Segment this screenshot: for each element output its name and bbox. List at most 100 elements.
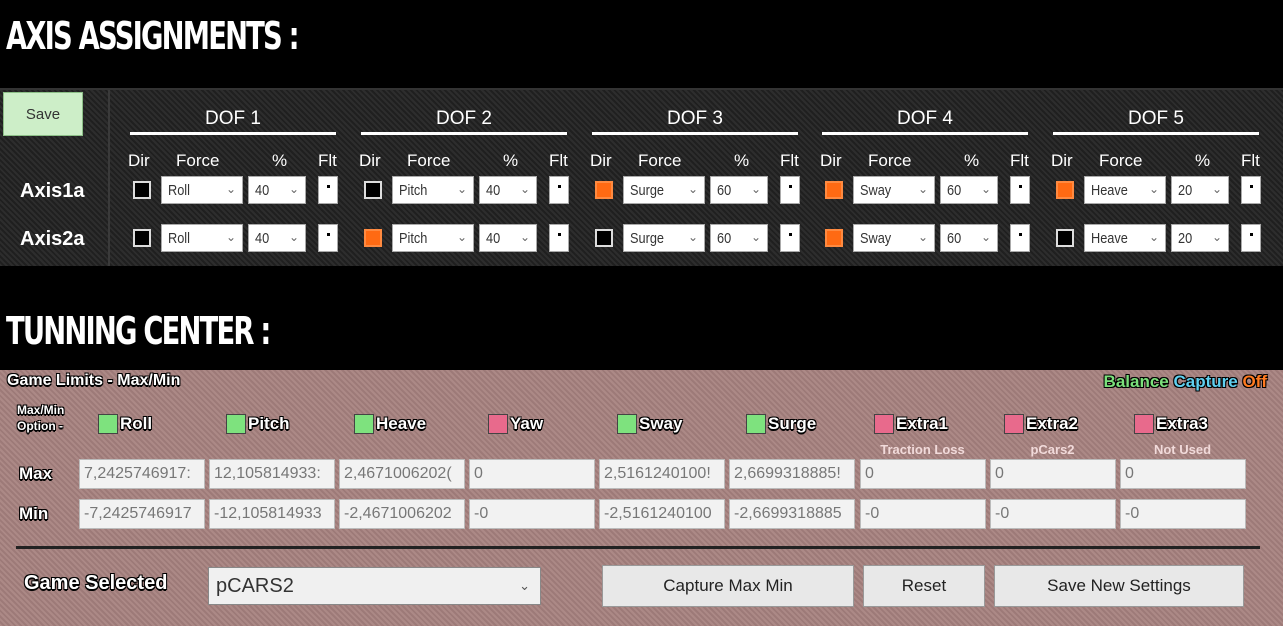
max-value-field[interactable]: 2,6699318885! — [729, 459, 855, 489]
max-value-field[interactable]: 2,4671006202( — [339, 459, 465, 489]
force-select[interactable]: Roll ⌄ — [161, 176, 243, 204]
dir-checkbox[interactable] — [595, 229, 613, 247]
option-pitch[interactable]: Pitch — [226, 413, 290, 435]
save-new-settings-button[interactable]: Save New Settings — [994, 565, 1244, 607]
dir-checkbox[interactable] — [364, 181, 382, 199]
option-extra2[interactable]: Extra2 — [1004, 413, 1078, 435]
option-surge[interactable]: Surge — [746, 413, 816, 435]
percent-select-value: 60 — [717, 229, 732, 247]
capture-max-min-button[interactable]: Capture Max Min — [602, 565, 854, 607]
force-select[interactable]: Surge ⌄ — [623, 224, 705, 252]
min-value-field[interactable]: -0 — [860, 499, 986, 529]
force-select[interactable]: Sway ⌄ — [853, 176, 935, 204]
filter-button[interactable] — [549, 224, 569, 252]
force-select-value: Surge — [630, 181, 665, 199]
chevron-down-icon: ⌄ — [519, 182, 530, 196]
max-value-field[interactable]: 0 — [990, 459, 1116, 489]
chevron-down-icon: ⌄ — [980, 230, 991, 244]
min-value-field[interactable]: -7,2425746917 — [79, 499, 205, 529]
chevron-down-icon: ⌄ — [980, 182, 991, 196]
max-value-field[interactable]: 12,105814933: — [209, 459, 335, 489]
option-checkbox[interactable] — [226, 414, 246, 434]
option-sub-label: Traction Loss — [880, 442, 965, 457]
tuning-center-panel: Game Limits - Max/Min Balance Capture Of… — [0, 370, 1283, 626]
force-select[interactable]: Sway ⌄ — [853, 224, 935, 252]
dir-checkbox[interactable] — [133, 181, 151, 199]
option-checkbox[interactable] — [1134, 414, 1154, 434]
option-roll[interactable]: Roll — [98, 413, 152, 435]
force-select-value: Surge — [630, 229, 665, 247]
min-value-field[interactable]: -2,4671006202 — [339, 499, 465, 529]
axis-row-label: Axis2a — [20, 228, 85, 250]
force-select[interactable]: Surge ⌄ — [623, 176, 705, 204]
filter-button[interactable] — [1010, 176, 1030, 204]
option-checkbox[interactable] — [354, 414, 374, 434]
option-checkbox[interactable] — [488, 414, 508, 434]
percent-select[interactable]: 40 ⌄ — [479, 224, 537, 252]
force-column-header: Force — [176, 151, 220, 170]
percent-select[interactable]: 60 ⌄ — [940, 176, 998, 204]
force-select-value: Sway — [860, 229, 892, 247]
force-select[interactable]: Pitch ⌄ — [392, 176, 474, 204]
filter-button[interactable] — [1241, 224, 1261, 252]
max-min-option-label: Max/Min Option - — [17, 402, 64, 434]
filter-button[interactable] — [318, 224, 338, 252]
option-yaw[interactable]: Yaw — [488, 413, 543, 435]
percent-select[interactable]: 20 ⌄ — [1171, 224, 1229, 252]
percent-select[interactable]: 40 ⌄ — [248, 224, 306, 252]
force-select-value: Pitch — [399, 229, 428, 247]
percent-column-header: % — [964, 151, 980, 170]
dir-checkbox[interactable] — [133, 229, 151, 247]
option-checkbox[interactable] — [98, 414, 118, 434]
filter-button[interactable] — [780, 224, 800, 252]
dir-checkbox[interactable] — [1056, 181, 1074, 199]
filter-button[interactable] — [318, 176, 338, 204]
force-select[interactable]: Pitch ⌄ — [392, 224, 474, 252]
max-value-field[interactable]: 0 — [1120, 459, 1246, 489]
min-value-field[interactable]: -12,105814933 — [209, 499, 335, 529]
option-extra3[interactable]: Extra3 — [1134, 413, 1208, 435]
force-select[interactable]: Heave ⌄ — [1084, 176, 1166, 204]
dir-checkbox[interactable] — [1056, 229, 1074, 247]
min-value-field[interactable]: -0 — [990, 499, 1116, 529]
filter-button[interactable] — [780, 176, 800, 204]
filter-button[interactable] — [1010, 224, 1030, 252]
option-extra1[interactable]: Extra1 — [874, 413, 948, 435]
option-checkbox[interactable] — [874, 414, 894, 434]
percent-select[interactable]: 40 ⌄ — [248, 176, 306, 204]
option-checkbox[interactable] — [746, 414, 766, 434]
max-value-field[interactable]: 7,2425746917: — [79, 459, 205, 489]
option-checkbox[interactable] — [1004, 414, 1024, 434]
dir-checkbox[interactable] — [595, 181, 613, 199]
max-value-field[interactable]: 0 — [860, 459, 986, 489]
min-value-field[interactable]: -2,6699318885 — [729, 499, 855, 529]
balance-capture-status[interactable]: Balance Capture Off — [1104, 372, 1267, 392]
percent-select[interactable]: 60 ⌄ — [710, 176, 768, 204]
percent-select[interactable]: 40 ⌄ — [479, 176, 537, 204]
option-checkbox[interactable] — [617, 414, 637, 434]
percent-select[interactable]: 20 ⌄ — [1171, 176, 1229, 204]
force-column-header: Force — [407, 151, 451, 170]
min-value-field[interactable]: -0 — [469, 499, 595, 529]
min-value-field[interactable]: -0 — [1120, 499, 1246, 529]
dir-checkbox[interactable] — [825, 181, 843, 199]
save-button[interactable]: Save — [3, 92, 83, 136]
force-select[interactable]: Heave ⌄ — [1084, 224, 1166, 252]
option-sway[interactable]: Sway — [617, 413, 682, 435]
flt-column-header: Flt — [1010, 151, 1029, 170]
dir-checkbox[interactable] — [825, 229, 843, 247]
chevron-down-icon: ⌄ — [1148, 230, 1159, 244]
game-select-dropdown[interactable]: pCARS2 ⌄ — [208, 567, 541, 605]
force-select[interactable]: Roll ⌄ — [161, 224, 243, 252]
option-label: Extra2 — [1026, 414, 1078, 433]
max-value-field[interactable]: 2,5161240100! — [599, 459, 725, 489]
filter-button[interactable] — [549, 176, 569, 204]
percent-select[interactable]: 60 ⌄ — [710, 224, 768, 252]
option-heave[interactable]: Heave — [354, 413, 426, 435]
filter-button[interactable] — [1241, 176, 1261, 204]
percent-select[interactable]: 60 ⌄ — [940, 224, 998, 252]
reset-button[interactable]: Reset — [863, 565, 985, 607]
max-value-field[interactable]: 0 — [469, 459, 595, 489]
dir-checkbox[interactable] — [364, 229, 382, 247]
min-value-field[interactable]: -2,5161240100 — [599, 499, 725, 529]
